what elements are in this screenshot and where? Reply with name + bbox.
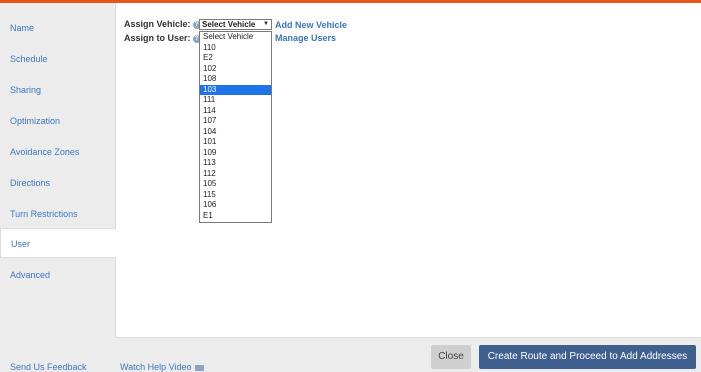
vehicle-option[interactable]: 106 [200, 200, 271, 211]
vehicle-option[interactable]: 112 [200, 169, 271, 180]
send-feedback-link[interactable]: Send Us Feedback [10, 362, 87, 372]
vehicle-dropdown-list: Select Vehicle 110 E2 102 108 103 111 114 107 104… [199, 31, 272, 223]
vehicle-option[interactable]: 101 [200, 137, 271, 148]
assign-vehicle-row: Assign Vehicle:? [124, 19, 201, 29]
vehicle-option[interactable]: E1 [200, 211, 271, 222]
vehicle-select[interactable]: Select Vehicle ▼ [199, 19, 272, 30]
add-new-vehicle-link[interactable]: Add New Vehicle [275, 20, 347, 30]
vehicle-option[interactable]: 108 [200, 74, 271, 85]
assign-vehicle-label: Assign Vehicle: [124, 19, 191, 29]
sidebar-item-optimization[interactable]: Optimization [0, 106, 115, 136]
assign-user-label: Assign to User: [124, 33, 191, 43]
vehicle-option[interactable]: 102 [200, 64, 271, 75]
sidebar-item-user[interactable]: User [0, 228, 116, 258]
vehicle-option[interactable]: 104 [200, 127, 271, 138]
vehicle-option[interactable]: 105 [200, 179, 271, 190]
assign-user-row: Assign to User:? [124, 33, 201, 43]
vehicle-option[interactable]: E2 [200, 53, 271, 64]
manage-users-link[interactable]: Manage Users [275, 33, 336, 43]
close-button[interactable]: Close [431, 345, 471, 369]
vehicle-option[interactable]: 115 [200, 190, 271, 201]
sidebar-item-avoidance-zones[interactable]: Avoidance Zones [0, 137, 115, 167]
chevron-down-icon: ▼ [263, 21, 269, 27]
vehicle-select-value: Select Vehicle [202, 20, 256, 29]
sidebar-item-directions[interactable]: Directions [0, 168, 115, 198]
sidebar-item-name[interactable]: Name [0, 13, 115, 43]
sidebar-item-schedule[interactable]: Schedule [0, 44, 115, 74]
sidebar-item-advanced[interactable]: Advanced [0, 260, 115, 290]
watch-help-video-link[interactable]: Watch Help Video [120, 362, 204, 372]
vehicle-option[interactable]: Select Vehicle [200, 32, 271, 43]
create-route-button[interactable]: Create Route and Proceed to Add Addresse… [479, 345, 696, 369]
sidebar: Name Schedule Sharing Optimization Avoid… [0, 3, 116, 333]
vehicle-option[interactable]: 111 [200, 95, 271, 106]
sidebar-item-sharing[interactable]: Sharing [0, 75, 115, 105]
vehicle-option[interactable]: 110 [200, 43, 271, 54]
vehicle-option[interactable]: 114 [200, 106, 271, 117]
sidebar-item-turn-restrictions[interactable]: Turn Restrictions [0, 199, 115, 229]
watch-help-video-label: Watch Help Video [120, 362, 192, 372]
vehicle-option[interactable]: 113 [200, 158, 271, 169]
vehicle-option[interactable]: 103 [200, 84, 271, 95]
vehicle-option[interactable]: 109 [200, 148, 271, 159]
vehicle-option[interactable]: 107 [200, 116, 271, 127]
